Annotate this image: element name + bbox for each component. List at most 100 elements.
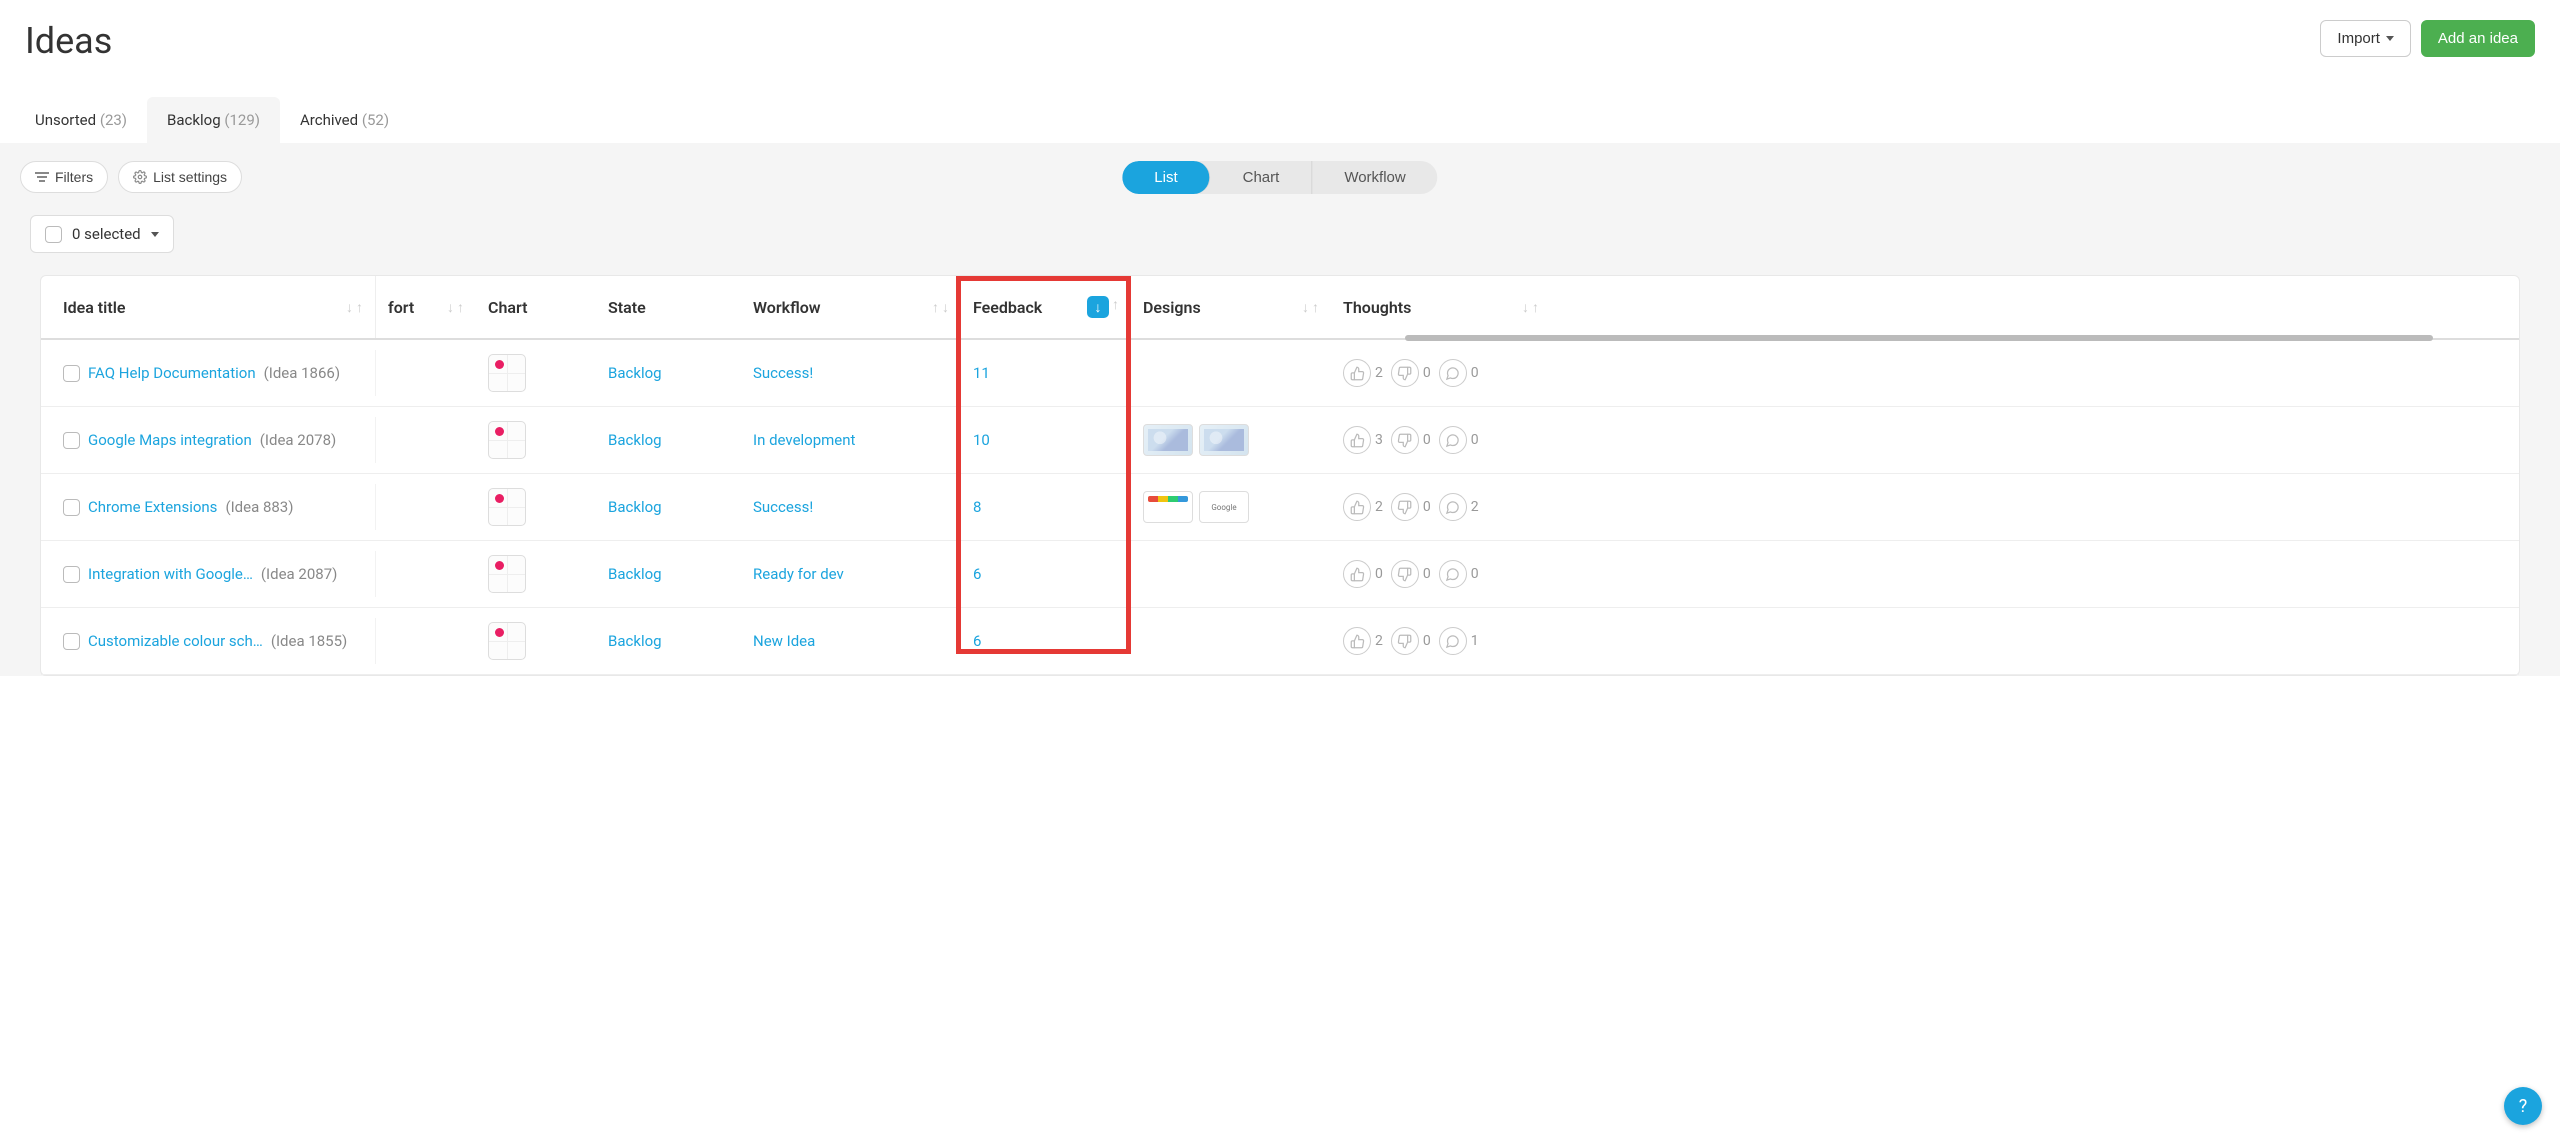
column-workflow[interactable]: Workflow ↑ ↓ [741,276,961,338]
quadrant-chart-icon[interactable] [488,354,526,392]
sort-desc-icon[interactable]: ↓ [1522,299,1529,316]
comment-icon [1439,359,1467,387]
view-list-button[interactable]: List [1122,161,1210,194]
sort-asc-icon[interactable]: ↑ [356,299,363,316]
design-thumbnail[interactable] [1143,424,1193,456]
cell-designs [1131,410,1331,470]
cell-feedback[interactable]: 11 [961,350,1131,396]
row-checkbox[interactable] [63,365,80,382]
import-button[interactable]: Import [2320,20,2411,57]
quadrant-chart-icon[interactable] [488,488,526,526]
cell-chart[interactable] [476,407,596,473]
view-chart-button[interactable]: Chart [1211,161,1313,194]
thumbs-down-button[interactable]: 0 [1391,560,1431,588]
thumbs-up-button[interactable]: 3 [1343,426,1383,454]
comment-button[interactable]: 0 [1439,560,1479,588]
idea-title-link[interactable]: Integration with Google… [88,565,253,583]
help-button[interactable]: ? [2504,1087,2542,1125]
cell-feedback[interactable]: 10 [961,417,1131,463]
row-checkbox[interactable] [63,432,80,449]
cell-feedback[interactable]: 8 [961,484,1131,530]
idea-title-link[interactable]: Google Maps integration [88,431,252,449]
column-thoughts[interactable]: Thoughts ↓ ↑ [1331,276,1551,338]
tab-unsorted[interactable]: Unsorted (23) [15,97,147,143]
idea-title-link[interactable]: Chrome Extensions [88,498,217,516]
filters-button[interactable]: Filters [20,161,108,193]
cell-thoughts: 000 [1331,546,1551,602]
sort-desc-icon[interactable]: ↓ [447,299,454,316]
cell-workflow[interactable]: In development [741,417,961,463]
design-thumbnail[interactable] [1143,491,1193,523]
cell-chart[interactable] [476,541,596,607]
cell-workflow[interactable]: Success! [741,350,961,396]
comment-button[interactable]: 0 [1439,426,1479,454]
sort-desc-icon[interactable]: ↓ [942,299,949,316]
sort-desc-icon[interactable]: ↓ [1302,299,1309,316]
idea-title-link[interactable]: Customizable colour sch… [88,632,263,650]
design-thumbnail[interactable]: Google [1199,491,1249,523]
comment-button[interactable]: 1 [1439,627,1479,655]
add-idea-button[interactable]: Add an idea [2421,20,2535,57]
row-checkbox[interactable] [63,633,80,650]
sort-asc-icon[interactable]: ↑ [457,299,464,316]
cell-chart[interactable] [476,474,596,540]
column-designs[interactable]: Designs ↓ ↑ [1131,276,1331,338]
column-state[interactable]: State [596,276,741,338]
column-effort[interactable]: fort ↓ ↑ [376,276,476,338]
design-thumbnail[interactable] [1199,424,1249,456]
cell-state[interactable]: Backlog [596,350,741,396]
thumbs-down-button[interactable]: 0 [1391,493,1431,521]
select-all-checkbox[interactable] [45,226,62,243]
thumbs-down-button[interactable]: 0 [1391,359,1431,387]
thumbs-up-button[interactable]: 0 [1343,560,1383,588]
cell-workflow[interactable]: New Idea [741,618,961,664]
cell-state[interactable]: Backlog [596,551,741,597]
idea-ref: (Idea 2078) [260,431,336,449]
cell-state[interactable]: Backlog [596,417,741,463]
cell-state[interactable]: Backlog [596,618,741,664]
sort-asc-icon[interactable]: ↑ [1532,299,1539,316]
cell-feedback[interactable]: 6 [961,551,1131,597]
quadrant-chart-icon[interactable] [488,421,526,459]
cell-workflow[interactable]: Success! [741,484,961,530]
cell-chart[interactable] [476,340,596,406]
quadrant-chart-icon[interactable] [488,622,526,660]
tab-archived[interactable]: Archived (52) [280,97,409,143]
scrollbar-thumb[interactable] [1405,335,2434,341]
idea-ref: (Idea 2087) [261,565,337,583]
cell-state[interactable]: Backlog [596,484,741,530]
view-workflow-button[interactable]: Workflow [1312,161,1437,194]
cell-designs [1131,560,1331,588]
row-checkbox[interactable] [63,566,80,583]
list-settings-button[interactable]: List settings [118,161,242,193]
row-checkbox[interactable] [63,499,80,516]
cell-feedback[interactable]: 6 [961,618,1131,664]
sort-desc-icon[interactable]: ↓ [346,299,353,316]
quadrant-chart-icon[interactable] [488,555,526,593]
thumbs-up-button[interactable]: 2 [1343,627,1383,655]
cell-thoughts: 201 [1331,613,1551,669]
column-idea-title[interactable]: Idea title ↓ ↑ [41,276,376,338]
comment-button[interactable]: 2 [1439,493,1479,521]
cell-thoughts: 202 [1331,479,1551,535]
ideas-table: Idea title ↓ ↑ fort ↓ ↑ Chart State [40,275,2520,676]
column-feedback[interactable]: Feedback ↓ ↑ [961,276,1131,338]
tab-backlog[interactable]: Backlog (129) [147,97,280,143]
sort-asc-icon[interactable]: ↑ [1112,296,1119,318]
cell-chart[interactable] [476,608,596,674]
cell-workflow[interactable]: Ready for dev [741,551,961,597]
selection-dropdown[interactable]: 0 selected [30,215,174,253]
thumbs-up-button[interactable]: 2 [1343,493,1383,521]
sort-desc-active-icon[interactable]: ↓ [1087,296,1109,318]
table-row: Chrome Extensions (Idea 883)BacklogSucce… [41,474,2519,541]
column-chart[interactable]: Chart [476,276,596,338]
idea-title-link[interactable]: FAQ Help Documentation [88,364,256,382]
horizontal-scrollbar[interactable] [376,335,2519,341]
thumbs-down-button[interactable]: 0 [1391,426,1431,454]
thumbs-down-button[interactable]: 0 [1391,627,1431,655]
sort-asc-icon[interactable]: ↑ [1312,299,1319,316]
filter-icon [35,172,49,182]
thumbs-up-button[interactable]: 2 [1343,359,1383,387]
sort-asc-icon[interactable]: ↑ [932,299,939,316]
comment-button[interactable]: 0 [1439,359,1479,387]
